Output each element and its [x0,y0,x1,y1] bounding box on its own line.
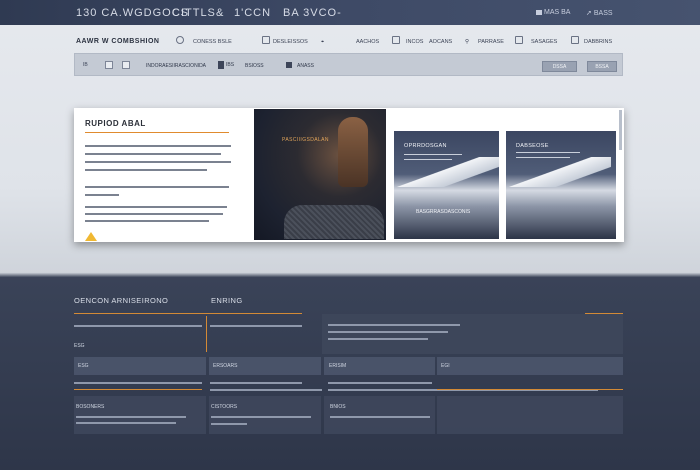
toolbar-item[interactable]: INCOS [406,39,423,45]
featured-photo[interactable]: PASCIIIGSDALAN [254,109,386,240]
title-underline [85,132,229,133]
text-line [211,416,311,418]
card-subline [516,152,580,153]
cell-label: BNIOS [330,404,346,410]
text-line [74,382,202,384]
grid-icon [536,9,542,15]
cell-label: CISTOORS [211,404,238,410]
filter-mid-text-2[interactable]: ANASS [297,63,314,69]
header-nav-link-2[interactable]: 1'CCN [234,7,271,19]
text-line [76,416,186,418]
brand-title: AAWR W COMBSHION [76,38,160,45]
header-nav-link[interactable]: CITTLS [172,7,216,19]
cell-label: ESG [78,363,89,369]
filter-mid-text[interactable]: BSIOSS [245,63,264,69]
text-line [210,389,322,391]
card-subline [404,159,452,160]
cell-label: EGI [441,363,450,369]
toolbar-item[interactable]: AACHOS [356,39,379,45]
settings-link[interactable]: ➚ BASS [586,9,613,17]
text-line [328,324,460,326]
section-subtitle: ENRING [211,296,243,305]
table-cell[interactable] [209,396,321,434]
text-line [330,416,430,418]
edit-icon[interactable] [262,36,270,44]
back-icon[interactable] [176,36,184,44]
photo-subject [338,117,368,187]
photo-sofa [284,205,384,239]
text-line [211,423,247,425]
toolbar-item[interactable]: AOCANS [429,39,452,45]
text-line [210,325,302,327]
table-cell[interactable] [74,357,206,375]
arrow-icon: ➚ [586,10,592,17]
tag-icon[interactable] [286,62,292,68]
card-subline [516,157,570,158]
text-line [328,331,448,333]
calendar-icon[interactable] [515,36,523,44]
cell-label: ERSOARS [213,363,238,369]
cell-label: ERISIM [329,363,347,369]
table-cell[interactable] [437,357,623,375]
filter-mid-label[interactable]: IBS [226,62,234,68]
landscape-card[interactable]: DABSEOSE [506,131,616,239]
toolbar-item[interactable]: PARRASE [478,39,504,45]
search-link[interactable]: MAS BA [536,9,570,16]
breadcrumb[interactable]: INDORAESIIRASCIONIDA [146,63,206,69]
text-line [328,338,428,340]
section-title: OENCON ARNISEIRONO [74,296,169,305]
text-line [76,422,176,424]
toolbar-item[interactable]: SASAGES [531,39,557,45]
header-ampersand: & [216,7,225,19]
toolbar: AAWR W COMBSHION CONESS BSLE DESLEISSOS … [0,30,700,52]
filter-icon[interactable] [218,61,224,69]
warning-icon [85,232,97,241]
accent-line [74,389,202,390]
table-cell[interactable] [74,396,206,434]
cell-label: BOSONERS [76,404,105,410]
toolbar-item[interactable]: DESLEISSOS [273,39,308,45]
filter-button-2[interactable]: BSSA [587,61,617,72]
text-line [74,325,202,327]
table-cell[interactable] [437,396,623,434]
article-title: RUPIOD ABAL [85,119,146,128]
info-panel [322,314,623,354]
card-subline [404,154,462,155]
top-bar: 130 CA.WGDGOCS CITTLS & 1'CCN BA 3VCO- M… [0,0,700,25]
accent-vline [206,316,207,352]
header-right-title[interactable]: BA 3VCO- [283,7,342,19]
card-caption: BASGRRASOASCONIS [416,209,471,215]
list-icon[interactable] [571,36,579,44]
toolbar-item[interactable]: DABBRINS [584,39,612,45]
checkbox[interactable] [122,61,130,69]
article-card: RUPIOD ABAL PASCIIIGSDALAN OPRRDOSGAN BA… [74,108,624,242]
filter-button-1[interactable]: DSSA [542,61,577,72]
scrollbar[interactable] [619,110,622,150]
text-line [210,382,302,384]
accent-line [437,389,623,390]
tag-icon[interactable]: ⌖ [321,39,324,46]
card-heading: DABSEOSE [516,143,549,149]
landscape-card[interactable]: OPRRDOSGAN BASGRRASOASCONIS [394,131,499,239]
toolbar-item[interactable]: CONESS BSLE [193,39,232,45]
accent-line [74,313,302,314]
filter-input-label[interactable]: IB [83,62,88,68]
card-heading: OPRRDOSGAN [404,143,447,149]
pin-icon[interactable]: ⚲ [465,39,469,45]
cell-label: ESG [74,343,85,349]
filter-bar: IB INDORAESIIRASCIONIDA IBS BSIOSS ANASS… [74,53,623,76]
photo-caption: PASCIIIGSDALAN [282,137,329,143]
table-cell[interactable] [324,396,435,434]
checkbox[interactable] [105,61,113,69]
text-line [328,382,432,384]
doc-icon[interactable] [392,36,400,44]
